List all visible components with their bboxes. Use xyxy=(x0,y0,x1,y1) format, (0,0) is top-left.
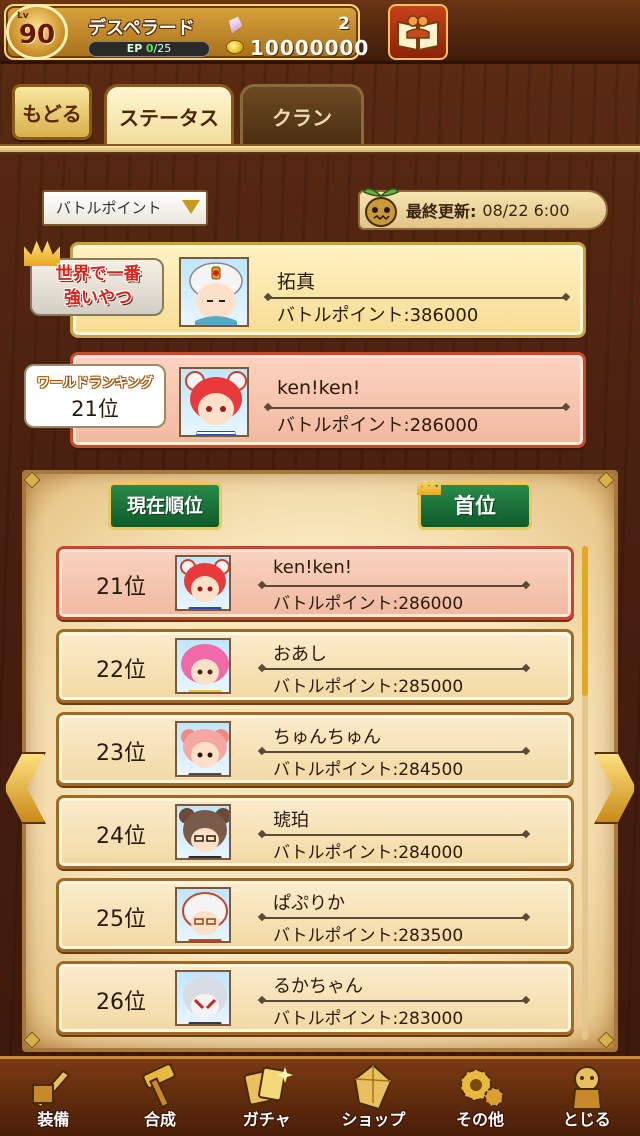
tab-clan[interactable]: クラン xyxy=(240,84,364,146)
last-update-label: 最終更新: xyxy=(406,202,477,221)
ep-max: /25 xyxy=(153,42,172,55)
gem-count: 2 xyxy=(338,14,350,34)
back-button[interactable]: もどる xyxy=(12,84,92,140)
avatar xyxy=(175,638,231,694)
nav-other[interactable]: その他 xyxy=(427,1059,534,1136)
jump-to-current-rank-button[interactable]: 現在順位 xyxy=(108,482,222,530)
shop-crystal-icon xyxy=(354,1063,393,1111)
sort-dropdown-value: バトルポイント xyxy=(56,199,162,217)
tab-status[interactable]: ステータス xyxy=(104,84,234,146)
gacha-cards-icon xyxy=(243,1066,293,1106)
avatar xyxy=(175,721,231,777)
bottom-navigation: 装備 合成 ガチャ ショップ その他 とじる xyxy=(0,1056,640,1136)
player-name: るかちゃん xyxy=(273,976,363,997)
world-best-battle-points: バトルポイント:386000 xyxy=(277,305,479,326)
avatar xyxy=(179,257,249,327)
divider xyxy=(263,834,525,836)
jump-to-first-place-button[interactable]: 首位 xyxy=(417,478,532,530)
battle-points: バトルポイント:283000 xyxy=(273,1009,464,1029)
nav-label: ショップ xyxy=(341,1110,406,1129)
coin-count: 10000000 xyxy=(250,36,370,60)
coin-icon xyxy=(226,40,244,54)
divider xyxy=(263,668,525,670)
nav-label: その他 xyxy=(456,1110,505,1129)
rank-position: 22位 xyxy=(96,658,146,683)
book-icon xyxy=(397,15,439,52)
divider xyxy=(263,1000,525,1002)
avatar xyxy=(175,555,231,611)
world-best-badge-text: 世界で一番 強いやつ xyxy=(34,262,162,310)
ranking-row[interactable]: 23位 ちゅんちゅんバトルポイント:284500 xyxy=(56,712,574,786)
guild-book-button[interactable] xyxy=(388,4,448,60)
badge-line-1: 世界で一番 xyxy=(55,264,141,284)
divider xyxy=(269,407,565,409)
world-ranking-value: 21位 xyxy=(71,397,119,421)
divider xyxy=(263,585,525,587)
level-badge: Lv 90 xyxy=(6,4,68,60)
nav-gacha[interactable]: ガチャ xyxy=(213,1059,320,1136)
world-ranking-label: ワールドランキング xyxy=(26,372,164,391)
rank-position: 26位 xyxy=(96,990,146,1015)
battle-points: バトルポイント:285000 xyxy=(273,677,464,697)
player-name: ken!ken! xyxy=(273,557,352,578)
ranking-row[interactable]: 24位 琥珀バトルポイント:284000 xyxy=(56,795,574,869)
sort-dropdown[interactable]: バトルポイント xyxy=(42,190,208,226)
ranking-row[interactable]: 26位 るかちゃんバトルポイント:283000 xyxy=(56,961,574,1035)
rank-position: 25位 xyxy=(96,907,146,932)
divider xyxy=(269,297,565,299)
rank-position: 23位 xyxy=(96,741,146,766)
rank-position: 21位 xyxy=(96,575,146,600)
battle-points: バトルポイント:283500 xyxy=(273,926,464,946)
tab-strip xyxy=(0,144,640,154)
nav-shop[interactable]: ショップ xyxy=(320,1059,427,1136)
player-name: ちゅんちゅん xyxy=(273,727,381,748)
level-number: 90 xyxy=(18,20,56,50)
nav-label: ガチャ xyxy=(242,1110,291,1129)
battle-points: バトルポイント:284500 xyxy=(273,760,464,780)
level-prefix: Lv xyxy=(17,11,29,21)
gear-icon xyxy=(460,1069,505,1107)
avatar xyxy=(175,887,231,943)
ep-bar: EP 0/25 xyxy=(88,41,210,57)
nav-equipment[interactable]: 装備 xyxy=(0,1059,107,1136)
scrollbar-thumb[interactable] xyxy=(582,546,588,696)
ep-current: 0 xyxy=(145,42,154,55)
my-rank-battle-points: バトルポイント:286000 xyxy=(277,415,479,436)
rank-position: 24位 xyxy=(96,824,146,849)
gem-icon xyxy=(225,14,244,36)
dropdown-caret-icon xyxy=(182,200,200,214)
nav-label: 合成 xyxy=(144,1110,177,1129)
top-status-bar: デスペラード EP 0/25 2 10000000 Lv 90 xyxy=(0,0,640,64)
close-statue-icon xyxy=(571,1066,602,1110)
my-rank-name: ken!ken! xyxy=(277,377,361,399)
ep-label: EP xyxy=(126,42,143,55)
nav-label: とじる xyxy=(562,1110,611,1129)
avatar xyxy=(179,367,249,437)
ranking-row[interactable]: 25位 ぱぷりかバトルポイント:283500 xyxy=(56,878,574,952)
nav-close[interactable]: とじる xyxy=(533,1059,640,1136)
world-best-name: 拓真 xyxy=(277,271,316,293)
avatar xyxy=(175,804,231,860)
divider xyxy=(263,751,525,753)
battle-points: バトルポイント:284000 xyxy=(273,843,464,863)
player-name: ぱぷりか xyxy=(273,893,345,914)
avatar xyxy=(175,970,231,1026)
seed-mascot-icon xyxy=(362,188,400,227)
world-ranking-badge: ワールドランキング 21位 xyxy=(24,364,166,428)
battle-points: バトルポイント:286000 xyxy=(273,594,464,614)
badge-line-2: 強いやつ xyxy=(64,288,132,308)
last-update-value: 08/22 6:00 xyxy=(482,200,570,220)
ranking-row[interactable]: 21位 ken!ken! バトルポイント:286000 xyxy=(56,546,574,620)
player-name: おあし xyxy=(273,644,327,665)
player-name: デスペラード xyxy=(88,18,195,39)
divider xyxy=(263,917,525,919)
nav-synthesis[interactable]: 合成 xyxy=(107,1059,214,1136)
nav-label: 装備 xyxy=(37,1110,70,1129)
ranking-row[interactable]: 22位 おあしバトルポイント:285000 xyxy=(56,629,574,703)
world-best-badge: 世界で一番 強いやつ xyxy=(24,238,166,320)
player-name: 琥珀 xyxy=(273,810,309,831)
hammer-icon xyxy=(142,1063,176,1109)
first-place-label: 首位 xyxy=(454,494,496,518)
equipment-icon xyxy=(32,1069,71,1109)
